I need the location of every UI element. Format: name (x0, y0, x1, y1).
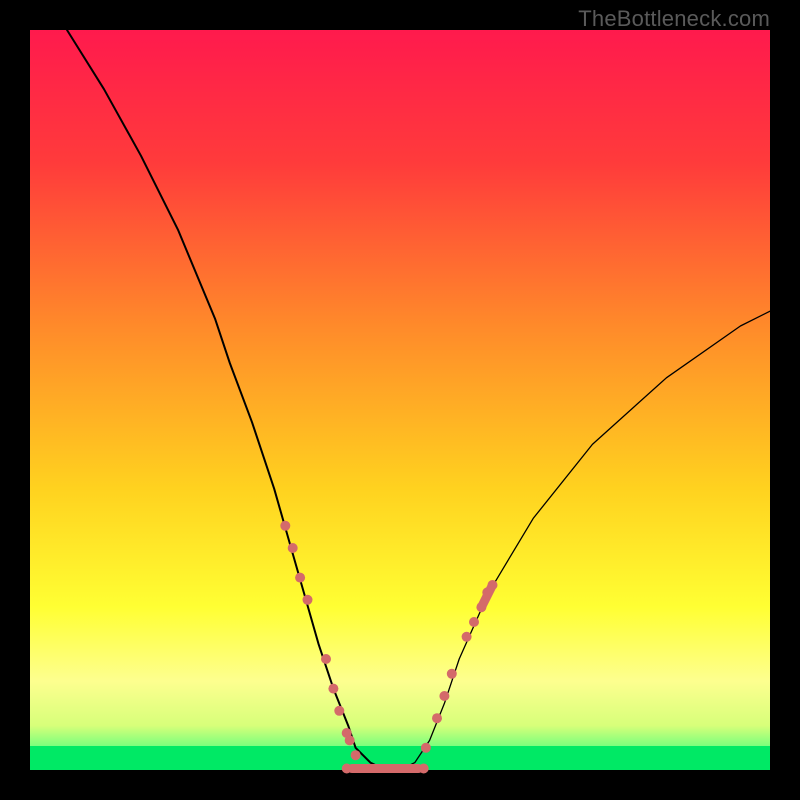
data-marker (488, 580, 498, 590)
markers-right-cluster (432, 580, 498, 723)
data-marker (421, 743, 431, 753)
data-marker (328, 684, 338, 694)
data-marker (303, 595, 313, 605)
bottom-pill (342, 735, 431, 773)
data-marker (295, 573, 305, 583)
data-marker (321, 654, 331, 664)
data-marker (462, 632, 472, 642)
watermark-text: TheBottleneck.com (578, 6, 770, 32)
data-marker (351, 750, 361, 760)
data-marker (469, 617, 479, 627)
curve-layer (30, 30, 770, 770)
data-marker (342, 764, 352, 774)
bottleneck-curve (67, 30, 400, 770)
data-marker (439, 691, 449, 701)
outer-frame: TheBottleneck.com (0, 0, 800, 800)
data-marker (432, 713, 442, 723)
data-marker (447, 669, 457, 679)
bottleneck-curve-right (400, 311, 770, 770)
data-marker (476, 602, 486, 612)
data-marker (419, 764, 429, 774)
data-marker (288, 543, 298, 553)
data-marker (334, 706, 344, 716)
data-marker (345, 735, 355, 745)
data-marker (280, 521, 290, 531)
